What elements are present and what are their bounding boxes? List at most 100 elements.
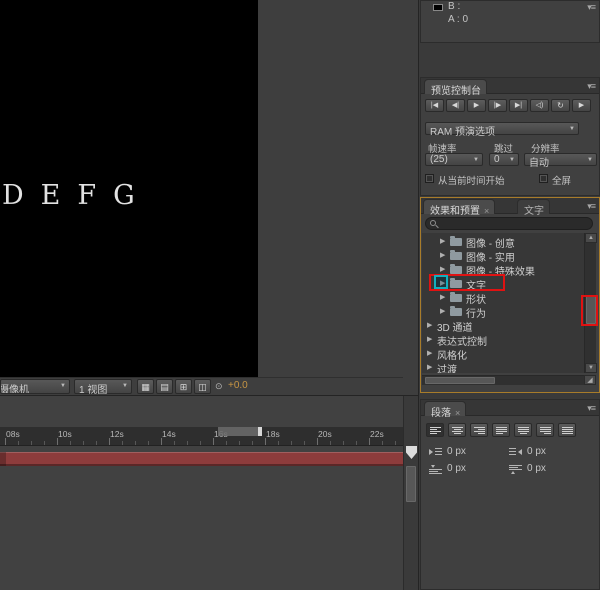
composition-viewport[interactable]: DEFG (0, 0, 258, 377)
effects-presets-panel: 效果和预置 × 文字 ▾≡ ▶ 图像 - 创意 ▶ 图像 - 实用 ▶ 图像 -… (420, 197, 600, 393)
justify-last-right-button[interactable] (536, 423, 554, 437)
preview-tabbar: 预览控制台 ▾≡ (421, 78, 599, 97)
justify-last-left-button[interactable] (492, 423, 510, 437)
hscroll-thumb[interactable] (425, 377, 495, 384)
tab-character[interactable]: 文字 (517, 199, 550, 217)
close-icon[interactable]: × (484, 206, 489, 216)
tree-item[interactable]: ▶ 图像 - 创意 (422, 234, 584, 250)
panel-menu-icon[interactable]: ▾≡ (587, 2, 596, 13)
folder-icon (450, 250, 462, 260)
work-area-end-handle[interactable] (258, 427, 262, 436)
layer-duration-bar[interactable] (0, 452, 403, 466)
expand-arrow-icon[interactable]: ▶ (440, 279, 445, 287)
region-of-interest-button[interactable]: ◫ (194, 379, 211, 394)
tree-item[interactable]: ▶ 3D 通道 (422, 318, 584, 334)
indent-right-value[interactable]: 0 px (527, 446, 546, 457)
camera-select-label: 活动摄像机 (0, 385, 29, 394)
camera-select[interactable]: 活动摄像机 ▼ (0, 379, 70, 394)
justify-last-center-button[interactable] (514, 423, 532, 437)
mask-visibility-button[interactable]: ⊞ (175, 379, 192, 394)
expand-arrow-icon[interactable]: ▶ (427, 363, 432, 371)
guides-toggle-button[interactable]: ▤ (156, 379, 173, 394)
tree-item[interactable]: ▶ 图像 - 实用 (422, 248, 584, 264)
framerate-value: (25) (430, 154, 448, 165)
tree-item[interactable]: ▶ 表达式控制 (422, 332, 584, 348)
ram-options-select[interactable]: RAM 预演选项 ▼ (425, 122, 579, 138)
align-left-button[interactable] (426, 423, 444, 437)
chevron-down-icon: ▼ (587, 157, 593, 163)
folder-icon (450, 292, 462, 302)
expand-arrow-icon[interactable]: ▶ (440, 293, 445, 301)
comp-toolbar: 活动摄像机 ▼ 1 视图 ▼ ▦ ▤ ⊞ ◫ ⊙ +0.0 (0, 377, 403, 396)
audio-mute-button[interactable]: ◁) (530, 99, 549, 112)
framerate-select[interactable]: (25) ▼ (425, 153, 483, 166)
view-layout-select[interactable]: 1 视图 ▼ (74, 379, 132, 396)
timeline-vertical-scrollbar[interactable] (406, 466, 416, 502)
comp-marker-bin[interactable] (406, 446, 417, 459)
resolution-select[interactable]: 自动 ▼ (524, 153, 597, 169)
timeline-scrollbar-strip (403, 396, 418, 590)
vertical-divider[interactable] (418, 0, 419, 590)
tab-preview-console[interactable]: 预览控制台 (424, 79, 487, 97)
tab-effects-presets[interactable]: 效果和预置 × (423, 199, 496, 217)
tree-item[interactable]: ▶ 风格化 (422, 346, 584, 362)
tab-paragraph[interactable]: 段落 × (424, 401, 467, 419)
space-before-value[interactable]: 0 px (447, 463, 466, 474)
resize-grip-icon[interactable]: ◢ (584, 375, 596, 385)
expand-arrow-icon[interactable]: ▶ (440, 265, 445, 273)
time-ruler[interactable]: 08s 10s 12s 14s 16s 18s 20s 22s (0, 427, 403, 446)
align-right-button[interactable] (470, 423, 488, 437)
scroll-up-icon[interactable]: ▲ (585, 233, 597, 243)
close-icon[interactable]: × (455, 408, 460, 418)
from-current-time-checkbox[interactable] (425, 174, 434, 183)
expand-arrow-icon[interactable]: ▶ (440, 237, 445, 245)
grid-toggle-button[interactable]: ▦ (137, 379, 154, 394)
expand-arrow-icon[interactable]: ▶ (427, 349, 432, 357)
space-after-value[interactable]: 0 px (527, 463, 546, 474)
justify-all-button[interactable] (558, 423, 576, 437)
panel-menu-icon[interactable]: ▾≡ (587, 201, 596, 212)
step-forward-button[interactable]: |▶ (488, 99, 507, 112)
panel-menu-icon[interactable]: ▾≡ (587, 403, 596, 414)
chevron-down-icon: ▼ (60, 383, 66, 389)
skip-select[interactable]: 0 ▼ (489, 153, 519, 166)
expand-arrow-icon[interactable]: ▶ (427, 335, 432, 343)
align-center-button[interactable] (448, 423, 466, 437)
go-to-end-button[interactable]: ▶| (509, 99, 528, 112)
time-tick-label: 12s (110, 429, 124, 439)
loop-button[interactable]: ↻ (551, 99, 570, 112)
tab-character-label: 文字 (524, 206, 544, 217)
search-icon (430, 220, 436, 226)
folder-icon (450, 278, 462, 288)
effects-vscrollbar[interactable]: ▲ ▼ (584, 233, 597, 373)
effects-hscrollbar[interactable] (422, 375, 584, 385)
tree-item[interactable]: ▶ 行为 (422, 304, 584, 320)
search-input[interactable] (425, 217, 593, 230)
indent-right-icon (509, 448, 522, 457)
expand-arrow-icon[interactable]: ▶ (440, 251, 445, 259)
tree-item[interactable]: ▶ 图像 - 特殊效果 (422, 262, 584, 278)
vscroll-thumb[interactable] (586, 296, 596, 324)
ram-preview-button[interactable]: ▶ (572, 99, 591, 112)
go-to-start-button[interactable]: |◀ (425, 99, 444, 112)
tree-item[interactable]: ▶ 形状 (422, 290, 584, 306)
fullscreen-checkbox[interactable] (539, 174, 548, 183)
folder-icon (450, 236, 462, 246)
expand-arrow-icon[interactable]: ▶ (427, 321, 432, 329)
work-area-bar[interactable] (218, 427, 262, 436)
panel-menu-icon[interactable]: ▾≡ (587, 81, 596, 92)
space-before-icon (429, 465, 442, 474)
scroll-down-icon[interactable]: ▼ (585, 363, 597, 373)
expand-arrow-icon[interactable]: ▶ (440, 307, 445, 315)
step-back-button[interactable]: ◀| (446, 99, 465, 112)
indent-left-value[interactable]: 0 px (447, 446, 466, 457)
tree-item[interactable]: ▶ 过渡 (422, 360, 584, 373)
time-tick-label: 14s (162, 429, 176, 439)
exposure-value[interactable]: +0.0 (228, 380, 248, 391)
layer-bar-in-handle[interactable] (0, 452, 6, 466)
tree-item-text-presets[interactable]: ▶ 文字 (422, 276, 584, 292)
play-button[interactable]: ▶ (467, 99, 486, 112)
tree-item-label: 过渡 (437, 365, 457, 373)
exposure-icon: ⊙ (215, 381, 223, 391)
horizontal-divider[interactable] (0, 395, 418, 396)
